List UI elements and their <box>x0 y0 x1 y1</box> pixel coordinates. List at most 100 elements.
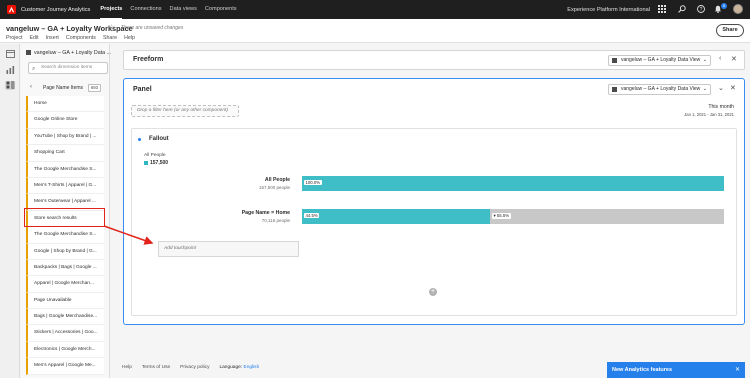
dimension-item[interactable]: Men's T-Shirts | Apparel | G... <box>26 177 104 195</box>
language-prefix: Language: <box>219 365 243 370</box>
freeform-panel-header: Freeform vangeluw – GA + Loyalty Data Vi… <box>123 50 745 70</box>
fallout-percent-label: 44.5% <box>304 213 320 218</box>
dimension-item[interactable]: YouTube | Shop by Brand | ... <box>26 128 104 146</box>
dimension-item-list: Home Google Online Store YouTube | Shop … <box>26 96 104 375</box>
close-icon[interactable]: ✕ <box>735 362 740 378</box>
freeform-dataview-select[interactable]: vangeluw – GA + Loyalty Data View ⌄ <box>608 55 711 66</box>
add-touchpoint-dropzone[interactable]: Add touchpoint <box>158 241 299 257</box>
dimension-item[interactable]: Home <box>26 96 104 113</box>
close-icon[interactable]: ✕ <box>731 55 737 63</box>
nav-projects[interactable]: Projects <box>100 0 123 19</box>
dimension-item[interactable]: Page Unavailable <box>26 292 104 310</box>
visualizations-icon[interactable] <box>5 66 15 75</box>
segment-value-text: 157,500 <box>150 160 169 166</box>
dimension-search-input[interactable]: ⌕ Search dimension items <box>28 62 108 74</box>
panel-dataview-select[interactable]: vangeluw – GA + Loyalty Data View ⌄ <box>608 84 711 95</box>
dimension-item[interactable]: Google | Shop by Brand | G... <box>26 243 104 260</box>
segment-value: 157,500 <box>144 160 168 166</box>
apps-grid-icon[interactable] <box>657 5 666 14</box>
project-menu: Project Edit Insert Components Share Hel… <box>6 35 135 41</box>
help-icon[interactable]: ? <box>696 5 705 14</box>
project-header: vangeluw – GA + Loyalty Workspace ☆ Ther… <box>0 19 750 43</box>
dimension-item[interactable]: Apparel | Google Merchan... <box>26 276 104 293</box>
dataview-name: vangeluw – GA + Loyalty Data ... <box>34 50 111 56</box>
components-icon[interactable] <box>5 81 15 90</box>
chevron-down-icon: ⌄ <box>702 57 707 63</box>
fallout-bar[interactable]: 44.5% ▾ 55.5% <box>302 209 724 224</box>
nav-components[interactable]: Components <box>205 0 237 19</box>
fallout-bar-fill <box>302 209 490 224</box>
back-chevron-icon[interactable]: ‹ <box>30 84 32 90</box>
left-rail <box>0 44 20 378</box>
dimension-item[interactable]: Men's Apparel | Google Me... <box>26 358 104 375</box>
svg-text:?: ? <box>699 7 702 13</box>
date-range-label: This month <box>708 104 734 110</box>
unsaved-changes-notice: There are unsaved changes <box>121 25 184 31</box>
panels-icon[interactable] <box>5 50 15 59</box>
segment-name: All People <box>144 153 166 158</box>
adobe-logo-icon[interactable] <box>7 5 16 14</box>
freeform-dataview-value: vangeluw – GA + Loyalty Data View <box>621 57 701 63</box>
menu-help[interactable]: Help <box>124 35 135 41</box>
chevron-down-icon[interactable]: ⌄ <box>718 84 724 92</box>
nav-connections[interactable]: Connections <box>130 0 161 19</box>
fallout-row-title[interactable]: All People <box>259 177 290 183</box>
segment-swatch <box>144 161 148 165</box>
app-name[interactable]: Customer Journey Analytics <box>21 7 90 13</box>
freeform-title[interactable]: Freeform <box>133 56 163 63</box>
fallout-bar-fill <box>302 176 724 191</box>
top-bar: Customer Journey Analytics Projects Conn… <box>0 0 750 19</box>
share-button[interactable]: Share <box>716 24 744 37</box>
dimension-item[interactable]: Electronics | Google Merch... <box>26 341 104 359</box>
toast-text: New Analytics features <box>612 367 673 373</box>
menu-share[interactable]: Share <box>103 35 117 41</box>
menu-components[interactable]: Components <box>66 35 96 41</box>
dimension-item[interactable]: Bags | Google Merchandise... <box>26 309 104 326</box>
menu-edit[interactable]: Edit <box>30 35 39 41</box>
close-icon[interactable]: ✕ <box>730 84 736 92</box>
dimension-item[interactable]: Stickers | Accessories | Goo... <box>26 325 104 342</box>
fallout-row-people: 157,500 people <box>258 185 290 190</box>
visualization-status-icon <box>138 138 141 141</box>
dataview-icon <box>26 50 31 56</box>
dimension-item[interactable]: Shopping Cart <box>26 145 104 162</box>
chevron-left-icon[interactable]: ‹ <box>719 55 721 62</box>
dimension-item[interactable]: The Google Merchandise S... <box>26 227 104 244</box>
chevron-down-icon: ⌄ <box>702 86 707 92</box>
fallout-row-people: 70,116 people <box>261 218 290 223</box>
workspace-canvas: Freeform vangeluw – GA + Loyalty Data Vi… <box>111 44 750 378</box>
dataview-icon <box>612 58 617 63</box>
menu-project[interactable]: Project <box>6 35 23 41</box>
add-panel-icon[interactable]: + <box>429 288 437 296</box>
search-icon[interactable] <box>677 5 686 14</box>
fallout-row-title[interactable]: Page Name = Home <box>242 210 290 216</box>
dataview-icon <box>612 87 617 92</box>
fallout-row-label: Page Name = Home 70,116 people <box>242 210 290 223</box>
filter-dropzone[interactable]: Drop a filter here (or any other compone… <box>131 105 239 117</box>
date-range-value: Jan 1, 2021 - Jan 31, 2021 <box>684 112 734 117</box>
footer-privacy-link[interactable]: Privacy policy <box>180 365 209 370</box>
dimension-item[interactable]: Google Online Store <box>26 112 104 129</box>
language-link[interactable]: English <box>244 365 260 370</box>
date-range[interactable]: This month Jan 1, 2021 - Jan 31, 2021 <box>684 104 734 117</box>
panel-dataview-value: vangeluw – GA + Loyalty Data View <box>621 86 701 92</box>
favorite-star-icon[interactable]: ☆ <box>108 23 115 32</box>
search-icon: ⌕ <box>32 66 36 72</box>
dimension-items-header: ‹ Page Name Items 693 <box>28 84 110 94</box>
new-features-toast[interactable]: New Analytics features ✕ <box>607 362 745 378</box>
dataview-selector[interactable]: vangeluw – GA + Loyalty Data ... <box>26 50 111 56</box>
panel-title[interactable]: Panel <box>133 86 152 93</box>
dimension-item[interactable]: Backpacks | Bags | Google ... <box>26 259 104 277</box>
dimension-items-title: Page Name Items <box>43 85 84 91</box>
org-switcher[interactable]: Experience Platform International <box>567 7 650 13</box>
menu-insert[interactable]: Insert <box>46 35 59 41</box>
fallout-title[interactable]: Fallout <box>149 136 169 142</box>
fallout-bar[interactable]: 100.0% <box>302 176 724 191</box>
fallout-dropoff-label: ▾ 55.5% <box>492 213 511 219</box>
dimension-item[interactable]: The Google Merchandise S... <box>26 161 104 178</box>
footer-help-link[interactable]: Help <box>122 365 132 370</box>
avatar[interactable] <box>733 4 743 14</box>
footer-terms-link[interactable]: Terms of Use <box>142 365 170 370</box>
fallout-percent-label: 100.0% <box>304 180 322 185</box>
nav-data-views[interactable]: Data views <box>170 0 197 19</box>
